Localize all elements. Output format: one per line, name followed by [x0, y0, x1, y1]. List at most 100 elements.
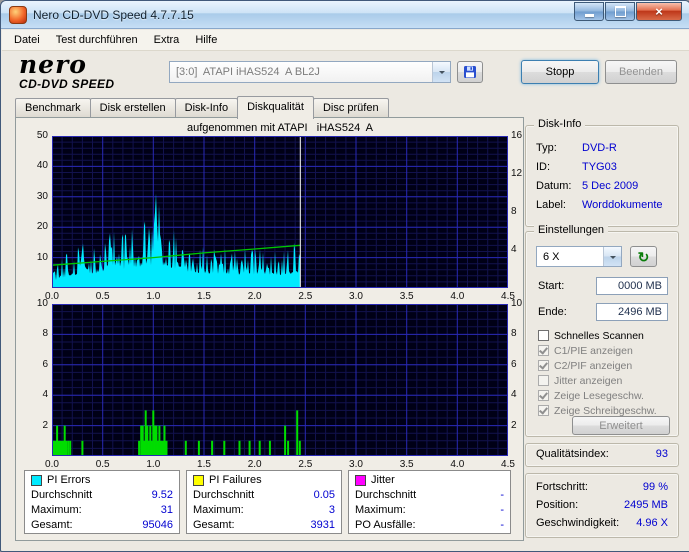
- stat-label: Gesamt:: [31, 519, 73, 531]
- tab-disk-info[interactable]: Disk-Info: [174, 98, 239, 118]
- disk-info-label: Typ:: [536, 141, 557, 154]
- speed-select-value: 6 X: [543, 250, 560, 263]
- checkbox-row-schnelles-scannen: Schnelles Scannen: [538, 328, 657, 343]
- advanced-button[interactable]: Erweitert: [572, 416, 670, 435]
- disk-info-value: DVD-R: [582, 141, 617, 154]
- disk-info-value: TYG03: [582, 160, 617, 173]
- progress-row-position: Position: 2495 MB: [526, 496, 678, 514]
- checkbox-label: Schnelles Scannen: [554, 329, 644, 342]
- disk-info-value: 5 Dec 2009: [582, 179, 639, 192]
- progress-row-fortschritt: Fortschritt: 99 %: [526, 478, 678, 496]
- pif-y-axis-tick: 2: [42, 419, 48, 431]
- maximize-icon: [614, 6, 626, 17]
- disk-info-row-typ: Typ: DVD-R: [526, 138, 678, 157]
- close-button[interactable]: [636, 2, 682, 21]
- checkbox-row-jitter-anzeigen: Jitter anzeigen: [538, 373, 657, 388]
- end-field[interactable]: 2496 MB: [596, 303, 668, 321]
- checkbox-c1-pie-anzeigen: [538, 345, 549, 356]
- checkbox-schnelles-scannen[interactable]: [538, 330, 549, 341]
- pif-y-axis-tick: 8: [42, 328, 48, 340]
- pif-x-axis-tick: 2.5: [298, 459, 313, 470]
- progress-value: 2495 MB: [623, 499, 668, 511]
- disk-info-label: Datum:: [536, 179, 572, 192]
- stat-row-maximum: Maximum: -: [349, 503, 510, 518]
- tab-disk-erstellen[interactable]: Disk erstellen: [89, 98, 176, 118]
- tab-benchmark[interactable]: Benchmark: [15, 98, 91, 118]
- menu-item-extra[interactable]: Extra: [146, 31, 188, 49]
- checkbox-row-zeige-lesegeschw: Zeige Lesegeschw.: [538, 388, 657, 403]
- pif-x-axis-tick: 1.5: [197, 459, 211, 470]
- pi-errors-chart: [51, 136, 508, 288]
- stat-box-pi-errors: PI Errors Durchschnitt 9.52 Maximum: 31 Gesam…: [24, 470, 180, 534]
- speed-select-dropdown[interactable]: [603, 247, 621, 266]
- floppy-icon: [464, 66, 476, 78]
- stat-row-gesamt: Gesamt: 3931: [187, 518, 341, 533]
- checkbox-row-c2-pif-anzeigen: C2/PIF anzeigen: [538, 358, 657, 373]
- pie-x-axis-tick: 0.5: [95, 291, 110, 302]
- pif-x-axis-tick: 3.5: [399, 459, 414, 470]
- speed-select[interactable]: 6 X: [536, 246, 622, 267]
- pi-failures-chart: [52, 304, 508, 456]
- stat-row-durchschnitt: Durchschnitt 9.52: [25, 488, 179, 503]
- pie-y-axis-tick: 50: [36, 130, 48, 141]
- menu-item-hilfe[interactable]: Hilfe: [187, 31, 225, 49]
- pie-y-axis-tick: 20: [36, 221, 48, 233]
- save-button[interactable]: [457, 61, 483, 83]
- logo-subtext: CD-DVD SPEED: [19, 77, 115, 91]
- progress-label: Fortschritt:: [536, 481, 588, 493]
- progress-label: Position:: [536, 499, 579, 511]
- checkbox-label: Jitter anzeigen: [554, 374, 623, 387]
- maximize-button[interactable]: [605, 2, 635, 21]
- stat-value: -: [500, 489, 504, 501]
- pie-x-axis-tick: 2.5: [298, 291, 313, 302]
- stat-row-maximum: Maximum: 31: [25, 503, 179, 518]
- pie-x-axis-tick: 4.0: [450, 291, 465, 302]
- chart-title: aufgenommen mit ATAPI iHAS524 A: [186, 122, 374, 134]
- progress-label: Geschwindigkeit:: [536, 517, 620, 529]
- app-window: Nero CD-DVD Speed 4.7.7.15 DateiTest dur…: [0, 0, 689, 552]
- pie-y-axis-tick: 10: [36, 251, 48, 263]
- menu-item-datei[interactable]: Datei: [6, 31, 48, 49]
- refresh-speed-button[interactable]: ↻: [630, 246, 657, 267]
- tab-disc-pr-fen[interactable]: Disc prüfen: [312, 98, 389, 118]
- minimize-button[interactable]: [574, 2, 604, 21]
- close-icon: [655, 4, 663, 19]
- stop-button[interactable]: Stopp: [521, 60, 599, 84]
- drive-selector-dropdown[interactable]: [432, 62, 450, 82]
- disk-info-value: Worddokumente: [582, 198, 663, 211]
- stat-box-title: PI Errors: [47, 474, 91, 486]
- menu-bar: Datei Test durchführen Extra Hilfe: [2, 30, 689, 51]
- refresh-icon: ↻: [637, 248, 650, 265]
- settings-checkboxes: Schnelles Scannen C1/PIE anzeigen C2/PIF a…: [538, 328, 657, 418]
- stat-label: Maximum:: [193, 504, 244, 516]
- quit-button[interactable]: Beenden: [605, 60, 677, 84]
- stat-box-header: PI Errors: [25, 471, 179, 488]
- stat-label: Maximum:: [31, 504, 82, 516]
- stat-label: Durchschnitt: [193, 489, 255, 501]
- window-controls: [574, 2, 682, 21]
- stat-label: Gesamt:: [193, 519, 235, 531]
- chevron-down-icon: [438, 71, 445, 77]
- pif-x-axis-tick: 3.0: [349, 459, 363, 470]
- stat-box-title: Jitter: [371, 474, 395, 486]
- stat-row-gesamt: Gesamt: 95046: [25, 518, 179, 533]
- pif-x-axis-tick: 0.0: [45, 459, 59, 470]
- quality-index-box: Qualitätsindex: 93: [525, 443, 679, 467]
- stat-value: 3: [328, 504, 335, 516]
- tab-strip: Benchmark Disk erstellen Disk-Info Diskqual…: [15, 96, 389, 119]
- legend-color-icon: [355, 474, 366, 486]
- menu-item-test-durchf-hren[interactable]: Test durchführen: [48, 31, 146, 49]
- start-field[interactable]: 0000 MB: [596, 277, 668, 295]
- pif-x-axis-tick: 0.5: [95, 459, 110, 470]
- legend-color-icon: [31, 474, 42, 486]
- stat-value: 9.52: [151, 489, 173, 501]
- title-bar[interactable]: Nero CD-DVD Speed 4.7.7.15: [1, 1, 689, 29]
- end-label: Ende:: [538, 306, 567, 318]
- stat-label: Durchschnitt: [31, 489, 93, 501]
- drive-selector[interactable]: [3:0] ATAPI iHAS524 A BL2J: [169, 61, 451, 83]
- settings-group: Einstellungen 6 X ↻ Start: 0000 MB Ende:…: [525, 224, 679, 437]
- tab-diskqualit-t[interactable]: Diskqualität: [237, 96, 314, 119]
- stat-row-po-ausf-lle: PO Ausfälle: -: [349, 518, 510, 533]
- stat-row-durchschnitt: Durchschnitt 0.05: [187, 488, 341, 503]
- progress-value: 4.96 X: [636, 517, 668, 529]
